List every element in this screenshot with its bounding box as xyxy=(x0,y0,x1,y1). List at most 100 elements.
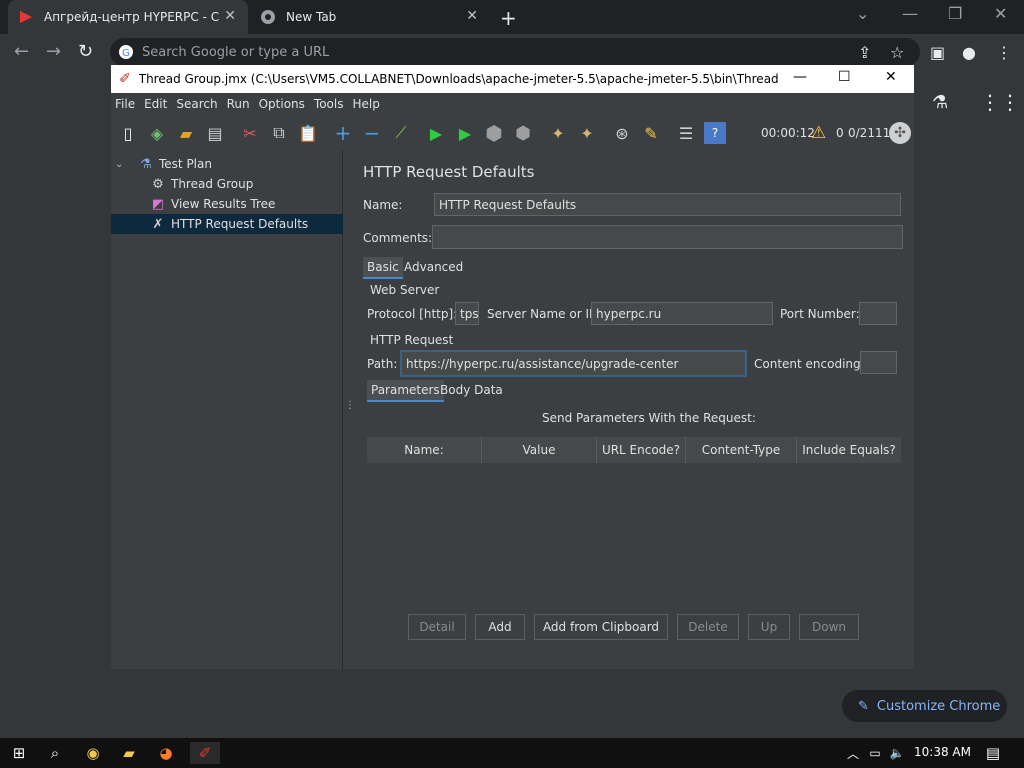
search-icon[interactable]: ⌕ xyxy=(44,742,66,764)
browser-tab-strip: Апгрейд-центр HYPERPC - С за ✕ New Tab ✕… xyxy=(0,0,1024,34)
share-icon[interactable]: ⇪ xyxy=(858,43,871,62)
comments-label: Comments: xyxy=(363,231,433,245)
browser-tab-new-tab[interactable]: New Tab ✕ xyxy=(250,0,490,34)
apps-grid-icon[interactable]: ⋮⋮ xyxy=(980,90,1020,114)
menu-run[interactable]: Run xyxy=(227,97,250,111)
tab-basic[interactable]: Basic xyxy=(363,257,403,279)
reset-search-icon[interactable]: ✎ xyxy=(640,122,662,144)
up-button[interactable]: Up xyxy=(748,614,790,640)
start-icon[interactable]: ▶ xyxy=(425,122,447,144)
column-name[interactable]: Name: xyxy=(367,437,482,463)
reload-icon[interactable]: ↻ xyxy=(78,41,93,62)
open-folder-icon[interactable]: ▰ xyxy=(175,122,197,144)
omnibox[interactable]: G Search Google or type a URL xyxy=(110,38,920,66)
chevron-down-icon[interactable]: ⌄ xyxy=(115,159,129,170)
save-icon[interactable]: ▤ xyxy=(204,122,226,144)
help-icon[interactable]: ? xyxy=(704,122,726,144)
server-name-field[interactable]: hyperpc.ru xyxy=(591,302,773,325)
browser-tab-hyperpc[interactable]: Апгрейд-центр HYPERPC - С за ✕ xyxy=(8,0,248,34)
name-field[interactable]: HTTP Request Defaults xyxy=(434,193,901,216)
tab-close-icon[interactable]: ✕ xyxy=(224,8,236,24)
search-binoculars-icon[interactable]: ⊛ xyxy=(611,122,633,144)
menu-tools[interactable]: Tools xyxy=(314,97,344,111)
network-icon[interactable]: ▭ xyxy=(864,742,886,764)
jmeter-maximize-icon[interactable]: ☐ xyxy=(838,69,851,85)
toggle-icon[interactable]: ⟋ xyxy=(390,122,412,144)
jmeter-close-icon[interactable]: ✕ xyxy=(885,69,897,85)
forward-icon[interactable]: → xyxy=(46,41,61,62)
paste-icon[interactable]: 📋 xyxy=(297,122,319,144)
column-url-encode[interactable]: URL Encode? xyxy=(597,437,686,463)
taskbar-clock[interactable]: 10:38 AM xyxy=(914,745,971,759)
templates-icon[interactable]: ◈ xyxy=(146,122,168,144)
start-no-pauses-icon[interactable]: ▶ xyxy=(454,122,476,144)
show-hidden-icons[interactable]: ︿ xyxy=(842,742,864,764)
jmeter-taskbar-icon[interactable]: ✐ xyxy=(190,742,220,764)
profile-icon[interactable]: ● xyxy=(962,43,976,62)
tree-item-http-request-defaults[interactable]: ✗ HTTP Request Defaults xyxy=(111,214,343,234)
column-content-type[interactable]: Content-Type xyxy=(686,437,797,463)
shutdown-icon[interactable]: ⬢ xyxy=(512,122,534,144)
parameters-table-body[interactable] xyxy=(367,463,901,613)
tree-item-test-plan[interactable]: ⌄ ⚗ Test Plan xyxy=(111,154,343,174)
tab-parameters[interactable]: Parameters xyxy=(367,380,444,402)
comments-field[interactable] xyxy=(432,225,903,249)
wrench-icon: ✗ xyxy=(152,216,164,232)
tab-search-icon[interactable]: ⌄ xyxy=(856,4,869,23)
back-icon[interactable]: ← xyxy=(14,41,29,62)
bookmark-star-icon[interactable]: ☆ xyxy=(890,43,904,62)
customize-chrome-label: Customize Chrome xyxy=(876,698,1001,714)
menu-options[interactable]: Options xyxy=(259,97,305,111)
remote-globe-icon[interactable]: ✣ xyxy=(889,122,911,144)
jmeter-minimize-icon[interactable]: — xyxy=(793,69,807,85)
port-number-field[interactable] xyxy=(859,302,897,325)
volume-icon[interactable]: 🔈 xyxy=(886,742,908,764)
detail-button[interactable]: Detail xyxy=(408,614,466,640)
notifications-icon[interactable]: ▤ xyxy=(982,742,1004,764)
expand-icon[interactable]: + xyxy=(332,121,354,145)
menu-edit[interactable]: Edit xyxy=(144,97,167,111)
clear-all-icon[interactable]: ✦ xyxy=(576,122,598,144)
stop-icon[interactable]: ⬢ xyxy=(483,121,505,145)
test-plan-tree: ⌄ ⚗ Test Plan ⚙ Thread Group ◩ View Resu… xyxy=(111,150,343,669)
column-value[interactable]: Value xyxy=(482,437,597,463)
tree-item-thread-group[interactable]: ⚙ Thread Group xyxy=(111,174,343,194)
customize-chrome-button[interactable]: ✎ Customize Chrome xyxy=(842,690,1007,722)
menu-file[interactable]: File xyxy=(115,97,135,111)
new-icon[interactable]: ▯ xyxy=(117,122,139,144)
firefox-icon[interactable]: ◕ xyxy=(155,742,177,764)
add-button[interactable]: Add xyxy=(475,614,525,640)
windows-start-icon[interactable]: ⊞ xyxy=(8,742,30,764)
add-from-clipboard-button[interactable]: Add from Clipboard xyxy=(534,614,668,640)
path-field[interactable]: https://hyperpc.ru/assistance/upgrade-ce… xyxy=(400,350,747,377)
chrome-menu-icon[interactable]: ⋮ xyxy=(996,43,1012,62)
menu-search[interactable]: Search xyxy=(176,97,217,111)
tab-close-icon[interactable]: ✕ xyxy=(466,8,478,24)
tab-title: Апгрейд-центр HYPERPC - С за xyxy=(44,10,220,24)
protocol-field[interactable]: tps xyxy=(455,302,479,325)
down-button[interactable]: Down xyxy=(799,614,859,640)
warning-icon[interactable]: ⚠ xyxy=(811,123,826,143)
function-helper-icon[interactable]: ☰ xyxy=(675,122,697,144)
tab-advanced[interactable]: Advanced xyxy=(400,257,467,277)
copy-icon[interactable]: ⧉ xyxy=(268,122,290,144)
jmeter-title-bar: ✐ Thread Group.jmx (C:\Users\VM5.COLLABN… xyxy=(111,65,914,93)
chart-icon: ◩ xyxy=(151,196,165,212)
minimize-icon[interactable]: — xyxy=(902,4,918,23)
side-panel-icon[interactable]: ▣ xyxy=(930,43,945,62)
restore-icon[interactable]: ❐ xyxy=(948,4,962,23)
labs-flask-icon[interactable]: ⚗ xyxy=(932,92,948,113)
chrome-taskbar-icon[interactable]: ◉ xyxy=(82,742,104,764)
collapse-icon[interactable]: − xyxy=(361,121,383,145)
column-include-equals[interactable]: Include Equals? xyxy=(797,437,901,463)
new-tab-button[interactable]: + xyxy=(500,6,517,30)
close-icon[interactable]: ✕ xyxy=(994,4,1007,23)
file-explorer-icon[interactable]: ▰ xyxy=(118,742,140,764)
delete-button[interactable]: Delete xyxy=(677,614,739,640)
clear-icon[interactable]: ✦ xyxy=(547,122,569,144)
menu-help[interactable]: Help xyxy=(352,97,379,111)
tab-body-data[interactable]: Body Data xyxy=(436,380,507,400)
cut-icon[interactable]: ✂ xyxy=(239,122,261,144)
content-encoding-field[interactable] xyxy=(860,351,897,374)
tree-item-view-results-tree[interactable]: ◩ View Results Tree xyxy=(111,194,343,214)
